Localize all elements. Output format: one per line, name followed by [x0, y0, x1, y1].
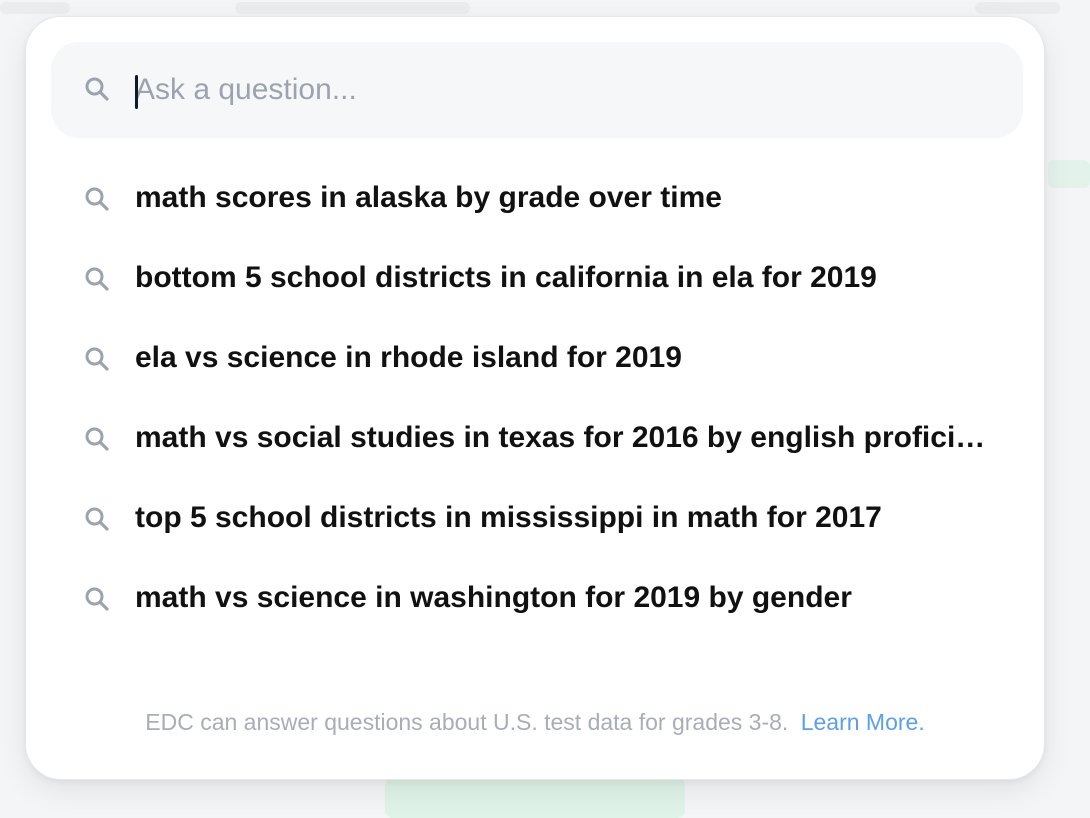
suggestion-list: math scores in alaska by grade over time… — [26, 158, 1044, 638]
search-icon — [84, 266, 110, 292]
suggestion-item[interactable]: ela vs science in rhode island for 2019 — [26, 318, 1044, 398]
background-blur — [0, 2, 70, 14]
background-blur — [975, 2, 1060, 14]
background-blur — [235, 2, 470, 14]
search-icon — [84, 506, 110, 532]
question-search-modal: math scores in alaska by grade over time… — [25, 16, 1045, 780]
background-blur — [1048, 160, 1090, 188]
suggestion-item[interactable]: top 5 school districts in mississippi in… — [26, 478, 1044, 558]
search-icon — [84, 186, 110, 212]
suggestion-label: bottom 5 school districts in california … — [135, 261, 877, 294]
search-icon — [84, 426, 110, 452]
search-box[interactable] — [51, 42, 1023, 138]
background-blur — [385, 778, 685, 818]
suggestion-item[interactable]: math scores in alaska by grade over time — [26, 158, 1044, 238]
suggestion-label: math vs science in washington for 2019 b… — [135, 581, 852, 614]
suggestion-item[interactable]: bottom 5 school districts in california … — [26, 238, 1044, 318]
suggestion-label: math vs social studies in texas for 2016… — [135, 421, 997, 454]
search-icon — [84, 346, 110, 372]
suggestion-label: top 5 school districts in mississippi in… — [135, 501, 882, 534]
footer-text: EDC can answer questions about U.S. test… — [145, 709, 789, 735]
suggestion-item[interactable]: math vs social studies in texas for 2016… — [26, 398, 1044, 478]
suggestion-label: ela vs science in rhode island for 2019 — [135, 341, 682, 374]
learn-more-link[interactable]: Learn More. — [801, 709, 925, 735]
search-input[interactable] — [135, 66, 995, 114]
search-icon — [84, 586, 110, 612]
text-caret — [135, 75, 138, 109]
footer-note: EDC can answer questions about U.S. test… — [26, 705, 1044, 739]
suggestion-item[interactable]: math vs science in washington for 2019 b… — [26, 558, 1044, 638]
suggestion-label: math scores in alaska by grade over time — [135, 181, 722, 214]
search-icon — [84, 76, 110, 102]
